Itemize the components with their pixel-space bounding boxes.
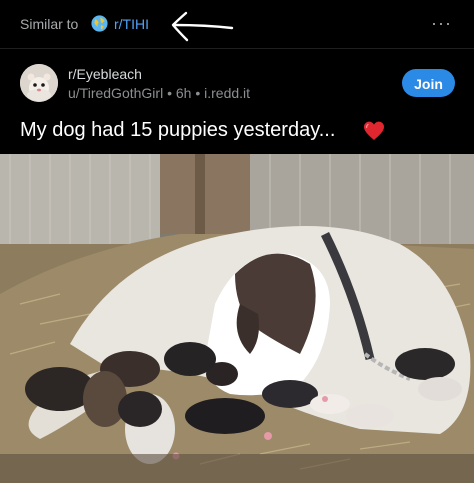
subreddit-link-tihi[interactable]: r/TIHI — [114, 16, 149, 32]
meta-separator: • — [167, 85, 172, 101]
post-title[interactable]: My dog had 15 puppies yesterday... — [20, 119, 335, 142]
author-link[interactable]: u/TiredGothGirl — [68, 85, 163, 101]
post-age: 6h — [175, 85, 192, 101]
similar-to-label: Similar to — [20, 16, 79, 32]
join-button[interactable]: Join — [402, 69, 455, 97]
community-avatar[interactable] — [20, 64, 58, 102]
header-divider — [0, 48, 474, 49]
ferret-avatar-icon — [20, 64, 58, 102]
similar-bar: Similar to r/TIHI ··· — [0, 0, 474, 50]
community-name[interactable]: r/Eyebleach — [68, 66, 142, 82]
more-options-icon[interactable]: ··· — [431, 13, 452, 34]
hand-drawn-arrow-icon — [171, 11, 234, 42]
globe-icon — [91, 15, 108, 32]
post-domain[interactable]: i.redd.it — [204, 85, 250, 101]
dog-with-puppies-image — [0, 154, 474, 483]
post-meta: u/TiredGothGirl • 6h • i.redd.it — [68, 85, 250, 101]
meta-separator: • — [195, 85, 201, 101]
post-image[interactable] — [0, 154, 474, 483]
red-heart-icon — [364, 121, 384, 140]
